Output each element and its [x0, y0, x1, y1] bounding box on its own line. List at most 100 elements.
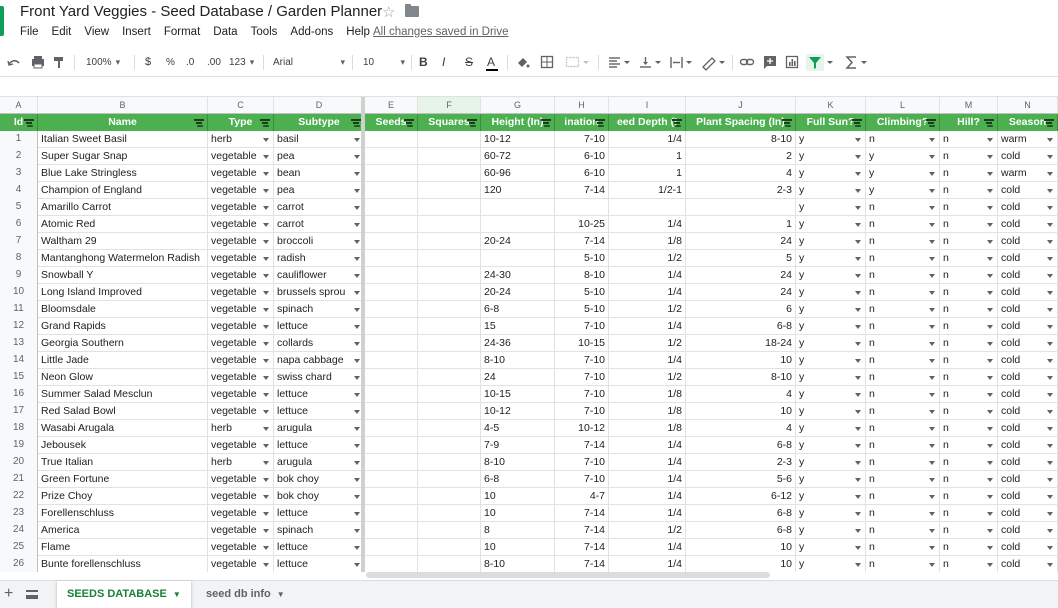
chart-icon[interactable]: [785, 48, 799, 77]
table-cell[interactable]: spinach: [274, 522, 365, 539]
table-cell[interactable]: 2-3: [686, 454, 796, 471]
table-cell[interactable]: cold: [998, 318, 1058, 335]
table-cell[interactable]: 4-5: [481, 420, 555, 437]
table-cell[interactable]: 7-14: [555, 233, 609, 250]
table-cell[interactable]: n: [940, 437, 998, 454]
table-cell[interactable]: n: [940, 454, 998, 471]
table-cell[interactable]: y: [796, 420, 866, 437]
table-cell[interactable]: [418, 131, 481, 148]
table-cell[interactable]: 10-15: [555, 335, 609, 352]
formula-bar[interactable]: [0, 77, 1058, 97]
column-header-l[interactable]: L: [866, 97, 940, 114]
table-cell[interactable]: cold: [998, 250, 1058, 267]
sheets-logo-icon[interactable]: [0, 6, 4, 36]
table-cell[interactable]: cold: [998, 471, 1058, 488]
saved-status-link[interactable]: All changes saved in Drive: [373, 26, 509, 38]
table-cell[interactable]: cold: [998, 301, 1058, 318]
table-cell[interactable]: True Italian: [38, 454, 208, 471]
table-cell[interactable]: n: [866, 131, 940, 148]
table-cell[interactable]: brussels sprou: [274, 284, 365, 301]
table-cell[interactable]: [418, 369, 481, 386]
table-cell[interactable]: cold: [998, 437, 1058, 454]
column-header-e[interactable]: E: [365, 97, 418, 114]
table-cell[interactable]: 1/4: [609, 454, 686, 471]
undo-icon[interactable]: [6, 48, 22, 77]
table-cell[interactable]: 1/2: [609, 301, 686, 318]
tab-seeds-database[interactable]: SEEDS DATABASE ▼: [57, 581, 191, 608]
table-cell[interactable]: 7-14: [555, 505, 609, 522]
table-cell[interactable]: 7-10: [555, 403, 609, 420]
table-cell[interactable]: vegetable: [208, 403, 274, 420]
table-cell[interactable]: 7-14: [555, 539, 609, 556]
table-cell[interactable]: bok choy: [274, 488, 365, 505]
filter-icon[interactable]: [260, 119, 270, 126]
table-cell[interactable]: y: [796, 148, 866, 165]
add-sheet-icon[interactable]: +: [4, 585, 13, 603]
table-cell[interactable]: Jebousek: [38, 437, 208, 454]
table-cell[interactable]: n: [866, 318, 940, 335]
table-cell[interactable]: n: [866, 403, 940, 420]
table-cell[interactable]: 10-25: [555, 216, 609, 233]
table-cell[interactable]: n: [866, 267, 940, 284]
table-cell[interactable]: 1/4: [609, 488, 686, 505]
table-cell[interactable]: [481, 216, 555, 233]
table-cell[interactable]: basil: [274, 131, 365, 148]
table-cell[interactable]: broccoli: [274, 233, 365, 250]
table-cell[interactable]: n: [940, 369, 998, 386]
table-cell[interactable]: [418, 182, 481, 199]
table-cell[interactable]: y: [796, 454, 866, 471]
table-cell[interactable]: 8-10: [686, 131, 796, 148]
row-header[interactable]: 9: [0, 267, 38, 284]
table-cell[interactable]: 5-10: [555, 301, 609, 318]
table-cell[interactable]: n: [940, 301, 998, 318]
star-icon[interactable]: ☆: [382, 3, 395, 21]
table-cell[interactable]: [365, 369, 418, 386]
table-cell[interactable]: [418, 454, 481, 471]
table-cell[interactable]: Georgia Southern: [38, 335, 208, 352]
all-sheets-icon[interactable]: [26, 590, 38, 599]
table-cell[interactable]: n: [940, 403, 998, 420]
table-cell[interactable]: y: [796, 556, 866, 572]
table-cell[interactable]: [365, 250, 418, 267]
table-cell[interactable]: [365, 148, 418, 165]
table-cell[interactable]: Atomic Red: [38, 216, 208, 233]
table-cell[interactable]: 1/2: [609, 522, 686, 539]
table-cell[interactable]: y: [796, 233, 866, 250]
table-cell[interactable]: 7-10: [555, 131, 609, 148]
more-formats-select[interactable]: 123: [229, 48, 254, 77]
table-cell[interactable]: 1/2: [609, 369, 686, 386]
table-cell[interactable]: [481, 250, 555, 267]
table-cell[interactable]: n: [940, 488, 998, 505]
table-cell[interactable]: 24-36: [481, 335, 555, 352]
row-header[interactable]: 19: [0, 437, 38, 454]
table-cell[interactable]: n: [940, 471, 998, 488]
table-cell[interactable]: n: [866, 471, 940, 488]
row-header[interactable]: 13: [0, 335, 38, 352]
table-cell[interactable]: vegetable: [208, 250, 274, 267]
table-cell[interactable]: 5-10: [555, 250, 609, 267]
table-cell[interactable]: 10-12: [555, 420, 609, 437]
table-cell[interactable]: y: [796, 165, 866, 182]
table-cell[interactable]: warm: [998, 131, 1058, 148]
table-cell[interactable]: n: [866, 216, 940, 233]
table-cell[interactable]: 10: [481, 488, 555, 505]
table-cell[interactable]: Flame: [38, 539, 208, 556]
table-cell[interactable]: [365, 488, 418, 505]
horizontal-scrollbar[interactable]: [366, 572, 770, 578]
table-cell[interactable]: y: [796, 318, 866, 335]
table-cell[interactable]: vegetable: [208, 522, 274, 539]
table-cell[interactable]: 4: [686, 420, 796, 437]
table-cell[interactable]: n: [940, 386, 998, 403]
table-cell[interactable]: vegetable: [208, 488, 274, 505]
table-cell[interactable]: n: [940, 556, 998, 572]
fill-color-icon[interactable]: [515, 48, 531, 77]
header-cell[interactable]: Type: [208, 114, 274, 131]
table-cell[interactable]: [418, 488, 481, 505]
table-cell[interactable]: lettuce: [274, 318, 365, 335]
table-cell[interactable]: 6-8: [686, 522, 796, 539]
table-cell[interactable]: cold: [998, 335, 1058, 352]
table-cell[interactable]: cold: [998, 420, 1058, 437]
table-cell[interactable]: 8-10: [481, 556, 555, 572]
table-cell[interactable]: 60-72: [481, 148, 555, 165]
table-cell[interactable]: y: [796, 335, 866, 352]
